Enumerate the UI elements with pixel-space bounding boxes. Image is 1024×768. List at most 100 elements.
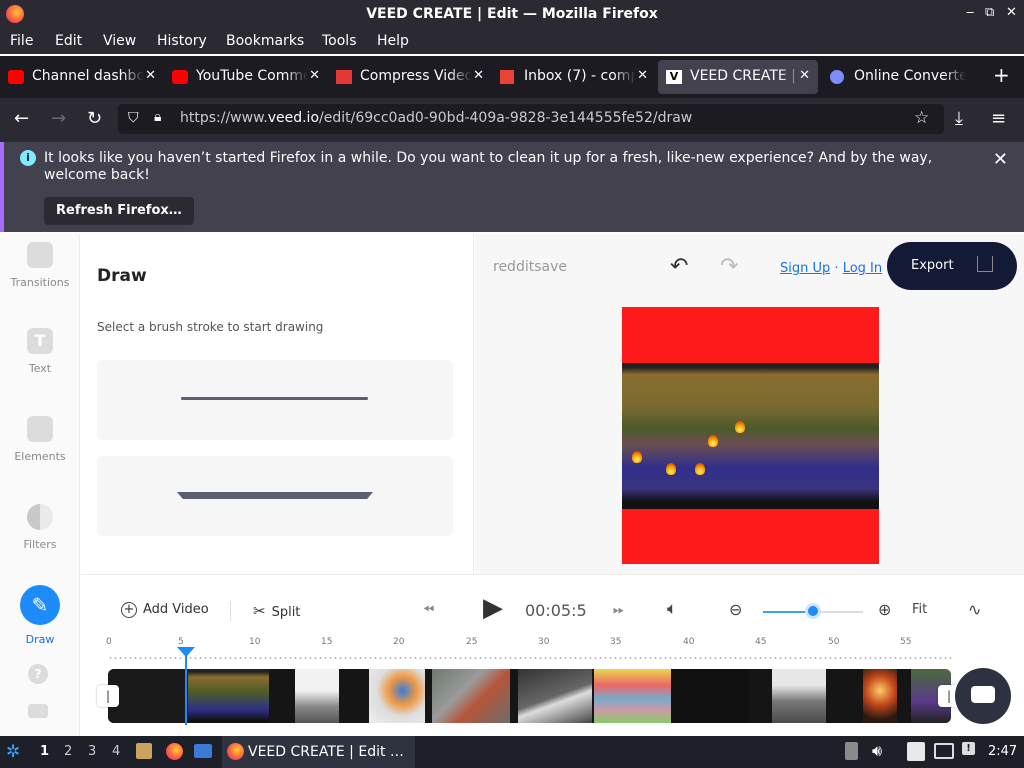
- trim-handle-left[interactable]: |: [97, 685, 119, 707]
- playhead[interactable]: [177, 647, 195, 725]
- play-icon[interactable]: ▶: [483, 593, 503, 623]
- back-arrow-icon[interactable]: ←: [14, 108, 29, 129]
- shield-icon[interactable]: ⛉: [128, 110, 139, 126]
- zoom-out-icon[interactable]: ⊖: [729, 600, 742, 619]
- flame-sprite: [708, 435, 718, 447]
- sidebar-item-label: Filters: [23, 538, 57, 551]
- brush-stroke-thick[interactable]: [97, 456, 453, 536]
- fit-button[interactable]: Fit: [912, 602, 927, 617]
- reload-icon[interactable]: ↻: [87, 108, 102, 129]
- skip-back-icon[interactable]: ⏪︎: [423, 602, 434, 618]
- tab-youtube-comments[interactable]: YouTube Comments ✕: [164, 60, 328, 94]
- pencil-icon: ✎: [20, 585, 60, 625]
- firefox-launcher-icon[interactable]: [166, 743, 183, 760]
- waveform-icon[interactable]: ∿: [968, 600, 981, 619]
- auth-links: Sign Up · Log In: [780, 261, 882, 276]
- menu-bar: File Edit View History Bookmarks Tools H…: [0, 30, 1024, 54]
- file-manager-icon[interactable]: [136, 743, 152, 759]
- sidebar-item-draw[interactable]: ✎ Draw: [0, 585, 80, 646]
- sidebar-item-elements[interactable]: Elements: [0, 416, 80, 463]
- sidebar-item-filters[interactable]: Filters: [0, 504, 80, 551]
- support-chat-button[interactable]: [955, 668, 1011, 724]
- close-tab-icon[interactable]: ✕: [309, 68, 320, 83]
- maximize-button[interactable]: ⧉: [985, 5, 994, 20]
- tab-compress-video[interactable]: Compress Video ✕: [328, 60, 492, 94]
- tab-label: Compress Video: [360, 68, 472, 84]
- sidebar-item-label: Text: [28, 362, 52, 375]
- flame-sprite: [632, 451, 642, 463]
- add-video-button[interactable]: + Add Video: [121, 602, 209, 618]
- notification-tray-icon[interactable]: !: [962, 742, 975, 755]
- url-bar[interactable]: ⛉ 🔒︎ https://www.veed.io/edit/69cc0ad0-9…: [118, 104, 944, 134]
- info-icon: i: [20, 150, 36, 166]
- close-tab-icon[interactable]: ✕: [799, 68, 810, 83]
- menu-tools[interactable]: Tools: [322, 33, 357, 49]
- menu-view[interactable]: View: [103, 33, 136, 49]
- new-tab-button[interactable]: +: [993, 63, 1010, 87]
- menu-bookmarks[interactable]: Bookmarks: [226, 33, 304, 49]
- redo-icon[interactable]: ↷: [720, 254, 738, 279]
- tab-veed-create[interactable]: V VEED CREATE | ✕: [658, 60, 818, 94]
- ruler-tick: 5: [178, 637, 184, 647]
- workspace-4[interactable]: 4: [112, 744, 120, 759]
- sidebar-item-transitions[interactable]: Transitions: [0, 242, 80, 289]
- volume-tray-icon[interactable]: 🔊︎: [872, 741, 882, 761]
- tab-channel-dashboard[interactable]: Channel dashboard ✕: [0, 60, 164, 94]
- app-menu-icon[interactable]: ≡: [991, 108, 1006, 129]
- video-canvas[interactable]: [622, 307, 879, 564]
- filters-icon: [27, 504, 53, 530]
- clipboard-icon[interactable]: [907, 742, 925, 761]
- video-thumbnail: [518, 669, 592, 723]
- brush-stroke-thin[interactable]: [97, 360, 453, 440]
- lock-icon[interactable]: 🔒︎: [154, 109, 161, 125]
- tool-sidebar: Transitions T Text Elements Filters ✎ Dr…: [0, 234, 80, 736]
- refresh-firefox-button[interactable]: Refresh Firefox…: [44, 197, 194, 225]
- transitions-icon: [27, 242, 53, 268]
- scissors-icon: ✂: [253, 602, 266, 620]
- desktop-icon[interactable]: [194, 744, 212, 758]
- keyboard-icon[interactable]: [28, 704, 48, 718]
- storage-icon[interactable]: [845, 742, 858, 760]
- tab-online-converter[interactable]: Online Converter: [822, 60, 986, 94]
- video-track[interactable]: [108, 669, 951, 723]
- menu-history[interactable]: History: [157, 33, 207, 49]
- menu-edit[interactable]: Edit: [55, 33, 82, 49]
- export-button[interactable]: Export: [887, 242, 1017, 290]
- skip-forward-icon[interactable]: ⏩︎: [613, 602, 624, 618]
- veed-editor: Transitions T Text Elements Filters ✎ Dr…: [0, 234, 1024, 736]
- compress-icon: [336, 70, 352, 84]
- taskbar-window-firefox[interactable]: VEED CREATE | Edit …: [222, 736, 415, 768]
- menu-help[interactable]: Help: [377, 33, 409, 49]
- tab-inbox[interactable]: Inbox (7) - comp ✕: [492, 60, 656, 94]
- start-menu-icon[interactable]: ✲: [6, 742, 20, 762]
- url-text[interactable]: https://www.veed.io/edit/69cc0ad0-90bd-4…: [180, 110, 692, 126]
- workspace-3[interactable]: 3: [88, 744, 96, 759]
- zoom-slider-handle[interactable]: [805, 603, 821, 619]
- volume-icon[interactable]: 🔈︎: [667, 599, 677, 619]
- workspace-1[interactable]: 1: [40, 744, 49, 759]
- sidebar-item-text[interactable]: T Text: [0, 328, 80, 375]
- thick-stroke-preview: [177, 492, 373, 499]
- toolbar-divider: [230, 601, 231, 621]
- minimize-button[interactable]: ‒: [966, 5, 974, 20]
- zoom-in-icon[interactable]: ⊕: [878, 600, 891, 619]
- bookmark-star-icon[interactable]: ☆: [914, 108, 929, 128]
- forward-arrow-icon[interactable]: →: [51, 108, 66, 129]
- close-notification-icon[interactable]: ✕: [993, 149, 1008, 170]
- close-tab-icon[interactable]: ✕: [637, 68, 648, 83]
- close-window-button[interactable]: ✕: [1006, 5, 1017, 20]
- split-button[interactable]: ✂ Split: [253, 602, 300, 620]
- preview-area: redditsave ↶ ↷ Sign Up · Log In Export: [475, 234, 1024, 574]
- undo-icon[interactable]: ↶: [670, 254, 688, 279]
- sign-up-link[interactable]: Sign Up: [780, 261, 830, 276]
- close-tab-icon[interactable]: ✕: [145, 68, 156, 83]
- chat-bubble-icon: [971, 686, 995, 703]
- close-tab-icon[interactable]: ✕: [473, 68, 484, 83]
- project-name[interactable]: redditsave: [493, 259, 567, 275]
- workspace-2[interactable]: 2: [64, 744, 72, 759]
- log-in-link[interactable]: Log In: [843, 261, 882, 276]
- network-icon[interactable]: [934, 743, 954, 759]
- help-icon[interactable]: ?: [28, 664, 48, 684]
- menu-file[interactable]: File: [10, 33, 33, 49]
- downloads-icon[interactable]: ⤓: [955, 108, 963, 129]
